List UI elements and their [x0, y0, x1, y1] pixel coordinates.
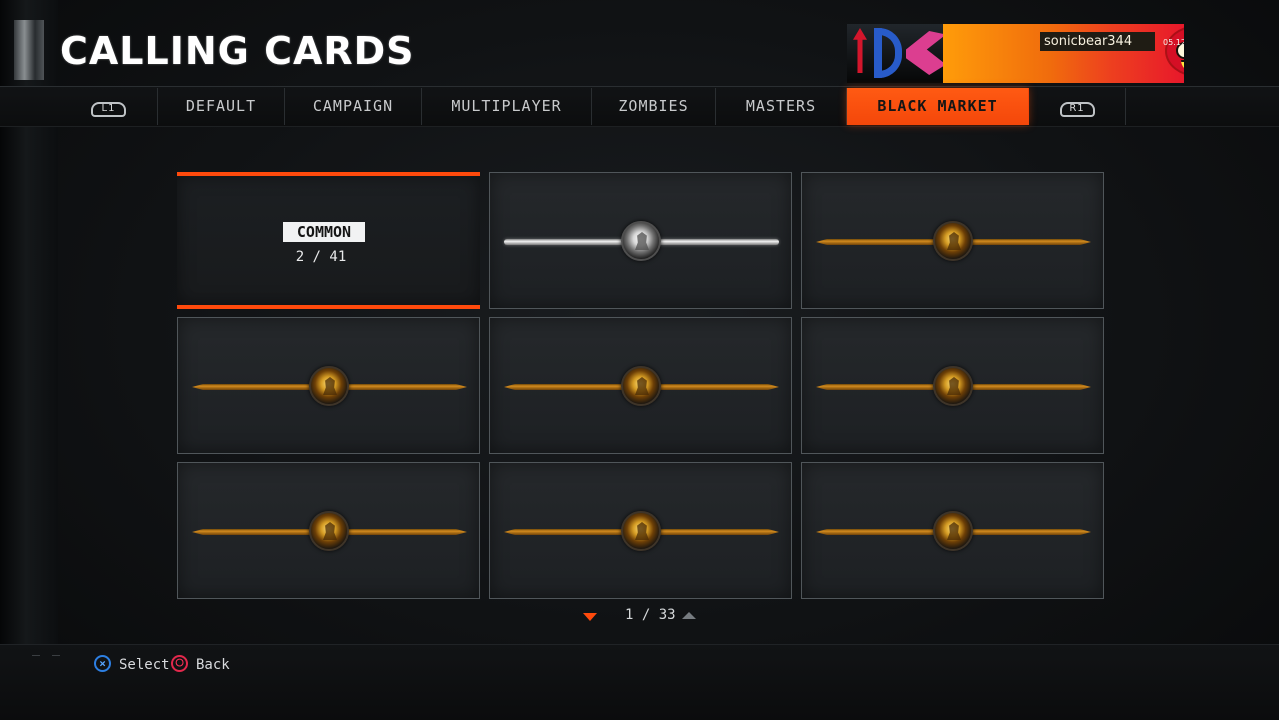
calling-card-tabs: L1 DEFAULT CAMPAIGN MULTIPLAYER ZOMBIES …: [0, 86, 1279, 127]
page-indicator: 1 / 33: [625, 607, 676, 623]
rail-light-decoration: [14, 20, 44, 80]
tab-masters[interactable]: MASTERS: [716, 88, 847, 125]
tab-zombies[interactable]: ZOMBIES: [592, 88, 716, 125]
r1-button-icon: R1: [1059, 102, 1095, 117]
gold-skull-emblem-icon: [309, 366, 349, 406]
gold-skull-emblem-icon: [933, 221, 973, 261]
calling-card-tile[interactable]: [801, 462, 1104, 599]
cross-button-icon: ×: [94, 655, 111, 672]
page-down-icon[interactable]: [583, 613, 597, 621]
gold-skull-emblem-icon: [309, 511, 349, 551]
tab-default[interactable]: DEFAULT: [158, 88, 285, 125]
tab-multiplayer[interactable]: MULTIPLAYER: [422, 88, 592, 125]
left-bumper-tab-control[interactable]: L1: [60, 88, 158, 125]
gold-skull-emblem-icon: [933, 511, 973, 551]
calling-cards-screen: CALLING CARDS sonicbear344 05.12.35.12.0…: [0, 0, 1279, 720]
select-label: Select: [119, 657, 170, 673]
calling-card-tile[interactable]: [177, 317, 480, 454]
common-count: 2 / 41: [295, 249, 347, 265]
right-bumper-tab-control[interactable]: R1: [1029, 88, 1126, 125]
page-up-icon[interactable]: [682, 612, 696, 619]
calling-card-tile[interactable]: [801, 317, 1104, 454]
calling-card-tile[interactable]: [801, 172, 1104, 309]
tab-campaign[interactable]: CAMPAIGN: [285, 88, 422, 125]
calling-card-tile[interactable]: [177, 462, 480, 599]
calling-card-tile[interactable]: [489, 462, 792, 599]
gold-skull-emblem-icon: [933, 366, 973, 406]
decorative-dash: [32, 655, 40, 656]
decorative-dash: [52, 655, 60, 656]
common-label: COMMON: [283, 222, 365, 242]
silver-skull-emblem-icon: [621, 221, 661, 261]
circle-button-icon: ○: [171, 655, 188, 672]
page-title: CALLING CARDS: [60, 29, 415, 73]
gold-skull-emblem-icon: [621, 511, 661, 551]
calling-card-tile[interactable]: [489, 172, 792, 309]
tab-black-market[interactable]: BLACK MARKET: [847, 88, 1029, 125]
pagination-control: 1 / 33: [581, 607, 698, 627]
red-arrow-emblem-icon: [853, 28, 867, 73]
mascot-face-icon: [1167, 27, 1184, 75]
calling-card-grid: COMMON 2 / 41: [177, 172, 1104, 599]
blue-d-emblem-icon: [874, 28, 902, 78]
player-card-code: 05.12.35.12.0: [1163, 38, 1184, 47]
controller-prompts: × Select ○ Back: [0, 644, 1279, 720]
mouth-icon: [1181, 60, 1184, 72]
player-emblem: [847, 24, 946, 83]
common-category-card[interactable]: COMMON 2 / 41: [177, 172, 480, 309]
l1-button-icon: L1: [91, 102, 126, 117]
calling-card-tile[interactable]: [489, 317, 792, 454]
pink-arrow-emblem-icon: [906, 31, 946, 75]
back-label: Back: [196, 657, 230, 673]
gamertag: sonicbear344: [1040, 32, 1155, 51]
calling-card-banner: sonicbear344: [943, 24, 1184, 83]
gold-skull-emblem-icon: [621, 366, 661, 406]
player-calling-card: sonicbear344 05.12.35.12.0: [847, 24, 1184, 83]
